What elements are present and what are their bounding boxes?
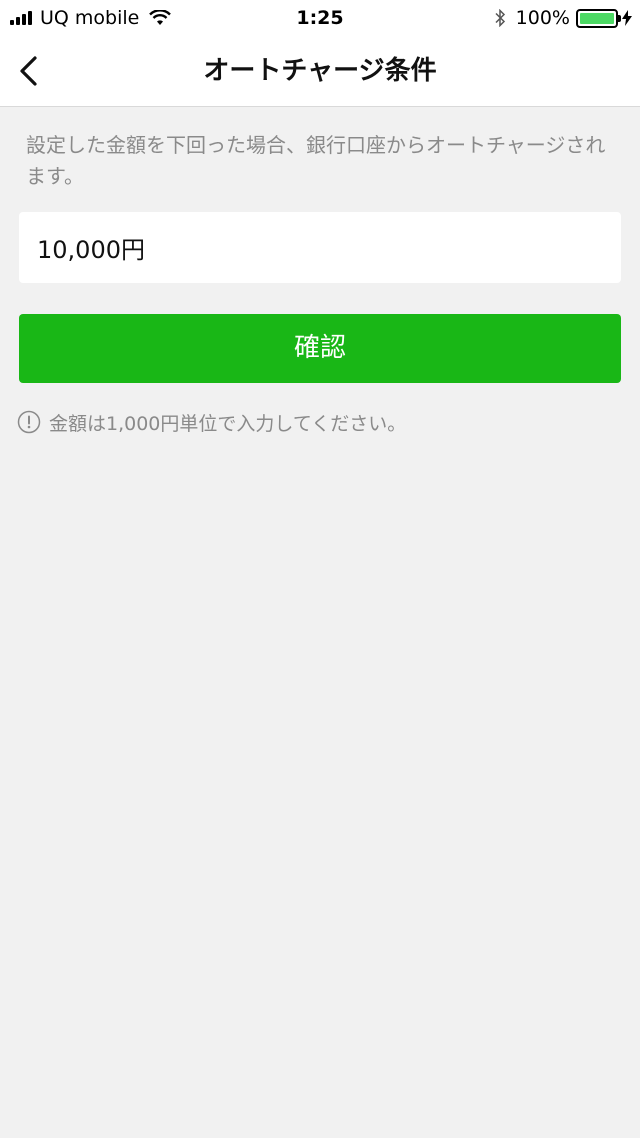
notice-text: 金額は1,000円単位で入力してください。 [49, 412, 407, 435]
amount-notice: 金額は1,000円単位で入力してください。 [17, 409, 406, 435]
exclamation-circle-icon [17, 410, 41, 434]
confirm-button[interactable]: 確認 [19, 314, 621, 383]
chevron-left-icon[interactable] [14, 54, 44, 88]
amount-input[interactable] [19, 212, 621, 283]
battery-fill [580, 12, 614, 24]
charging-icon [622, 10, 632, 26]
battery-icon [576, 8, 621, 28]
status-right: 100% [494, 0, 632, 36]
navigation-bar: オートチャージ条件 [0, 36, 640, 107]
auto-charge-description: 設定した金額を下回った場合、銀行口座からオートチャージされます。 [26, 133, 606, 188]
bluetooth-icon [495, 9, 505, 27]
amount-field-container [19, 212, 621, 283]
status-bar: UQ mobile 1:25 100% [0, 0, 640, 36]
page-title: オートチャージ条件 [203, 56, 437, 86]
battery-percent: 100% [515, 7, 570, 29]
